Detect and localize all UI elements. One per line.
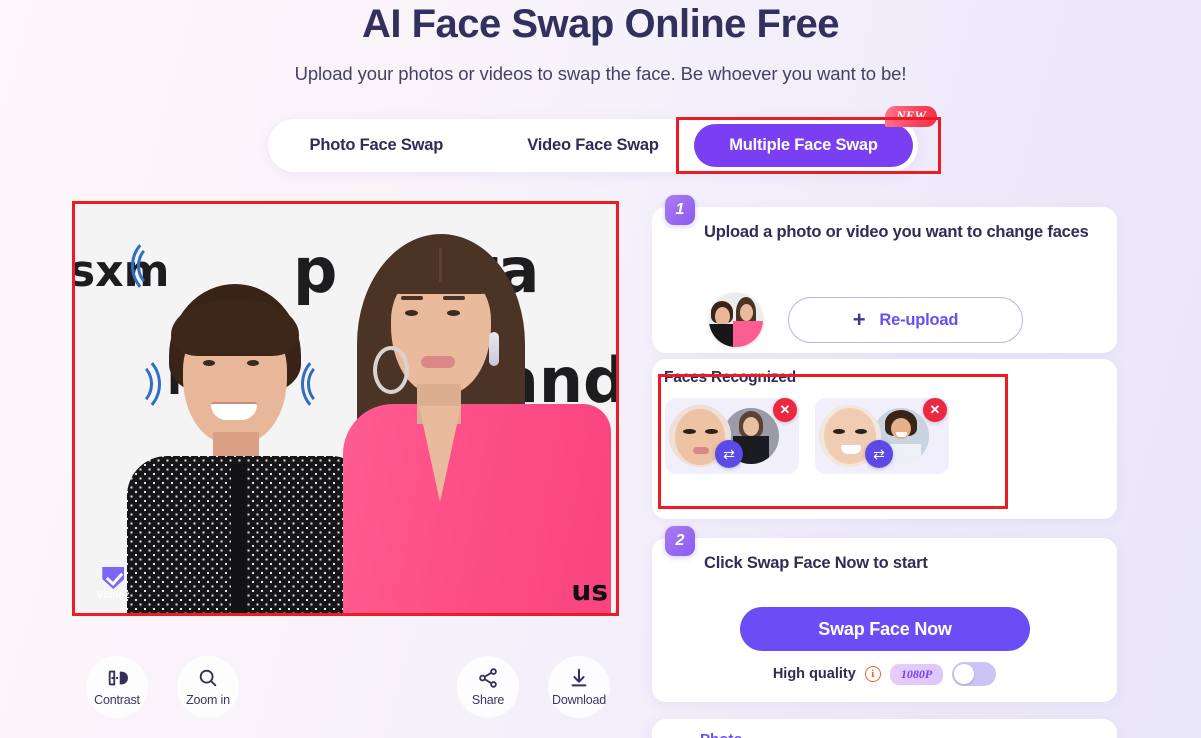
step-1-badge: 1 [665,195,695,225]
tab-video-face-swap[interactable]: Video Face Swap [485,119,702,172]
step-2-card: 2 Click Swap Face Now to start Swap Face… [652,526,1117,702]
step-1-title: Upload a photo or video you want to chan… [704,223,1089,241]
face-pair-row: ⇄ ✕ [665,398,799,474]
high-quality-label: High quality [772,666,856,682]
resolution-badge: 1080P [889,663,944,685]
download-label: Download [552,693,606,707]
preview-image: sxm p ra and m [75,204,616,613]
watermark: Vidnoz [97,567,130,601]
contrast-icon [106,667,128,689]
delete-face-pair-button[interactable]: ✕ [923,398,947,422]
step-2-badge: 2 [665,526,695,556]
share-icon [477,667,499,689]
share-button[interactable]: Share [457,656,519,718]
new-badge: NEW [885,106,937,127]
share-label: Share [471,693,505,707]
magnifier-icon [197,667,219,689]
watermark-label: Vidnoz [97,590,130,601]
re-upload-button[interactable]: + Re-upload [788,297,1023,343]
image-toolbar: Contrast Zoom in Share Download [75,650,616,730]
uploaded-thumbnail[interactable] [709,293,763,347]
swap-direction-button[interactable]: ⇄ [715,440,743,468]
vidnoz-logo-icon [102,567,125,589]
tab-photo-face-swap[interactable]: Photo Face Swap [268,119,485,172]
backdrop-text-us: us [571,574,608,607]
step-1-card: 1 Upload a photo or video you want to ch… [652,195,1117,353]
contrast-button[interactable]: Contrast [86,656,148,718]
high-quality-row: High quality i 1080P [652,662,1117,686]
swap-face-now-button[interactable]: Swap Face Now [740,607,1030,651]
hero-section: AI Face Swap Online Free Upload your pho… [0,0,1201,85]
page-title: AI Face Swap Online Free [361,2,840,46]
tab-multiple-face-swap[interactable]: Multiple Face Swap [694,124,913,167]
photo-card: Photo [652,719,1117,738]
download-icon [568,667,590,689]
zoom-in-button[interactable]: Zoom in [177,656,239,718]
photo-preview[interactable]: sxm p ra and m [75,204,616,613]
face-pair-row: ⇄ ✕ [815,398,949,474]
step-2-title: Click Swap Face Now to start [704,554,928,572]
info-icon[interactable]: i [864,666,881,682]
tab-list: Photo Face Swap Video Face Swap Multiple… [268,106,937,172]
mode-tabs: Photo Face Swap Video Face Swap Multiple… [268,106,937,172]
faces-recognized-card: Faces Recognized ⇄ ✕ ⇄ ✕ [652,359,1117,519]
high-quality-toggle[interactable] [952,662,997,686]
faces-recognized-title: Faces Recognized [664,369,797,386]
plus-icon: + [852,307,866,332]
contrast-label: Contrast [94,693,140,707]
re-upload-label: Re-upload [879,310,959,329]
person-right [313,234,613,613]
zoom-in-label: Zoom in [186,693,230,707]
delete-face-pair-button[interactable]: ✕ [773,398,797,422]
photo-card-label: Photo [700,731,743,738]
download-button[interactable]: Download [548,656,610,718]
page-subtitle: Upload your photos or videos to swap the… [294,63,907,84]
swap-direction-button[interactable]: ⇄ [865,440,893,468]
